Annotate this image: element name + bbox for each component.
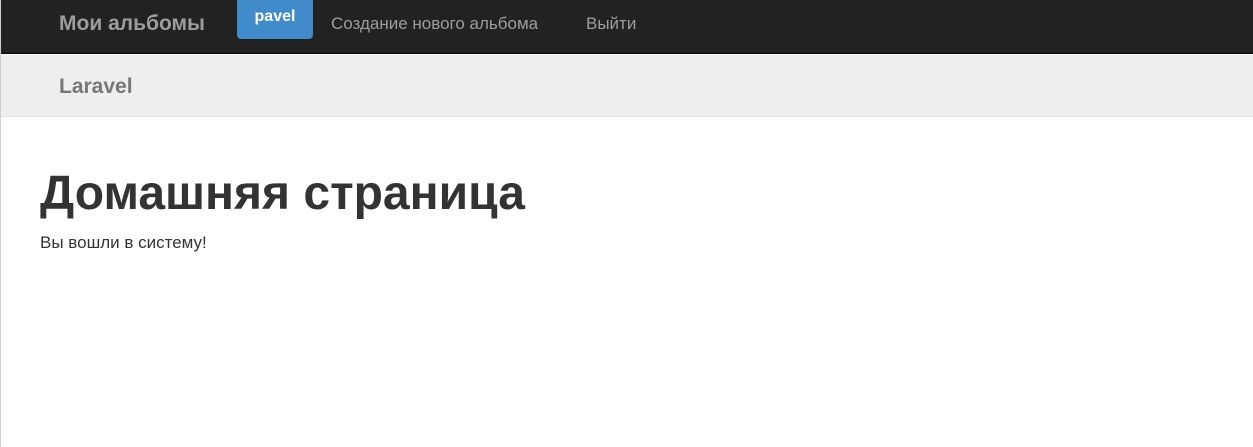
secondary-navbar: Laravel bbox=[1, 55, 1253, 117]
logout-link[interactable]: Выйти bbox=[586, 14, 636, 34]
page-title: Домашняя страница bbox=[40, 167, 525, 220]
user-menu-button[interactable]: pavel bbox=[237, 0, 313, 39]
main-content: Домашняя страница Вы вошли в систему! bbox=[40, 165, 1220, 253]
create-album-link[interactable]: Создание нового альбома bbox=[331, 14, 538, 34]
top-navbar: Мои альбомы pavel Создание нового альбом… bbox=[1, 0, 1253, 54]
navbar-brand-link[interactable]: Мои альбомы bbox=[59, 12, 205, 36]
laravel-brand-link[interactable]: Laravel bbox=[59, 75, 133, 99]
login-status-message: Вы вошли в систему! bbox=[40, 233, 207, 252]
app-window: Мои альбомы pavel Создание нового альбом… bbox=[0, 0, 1253, 447]
